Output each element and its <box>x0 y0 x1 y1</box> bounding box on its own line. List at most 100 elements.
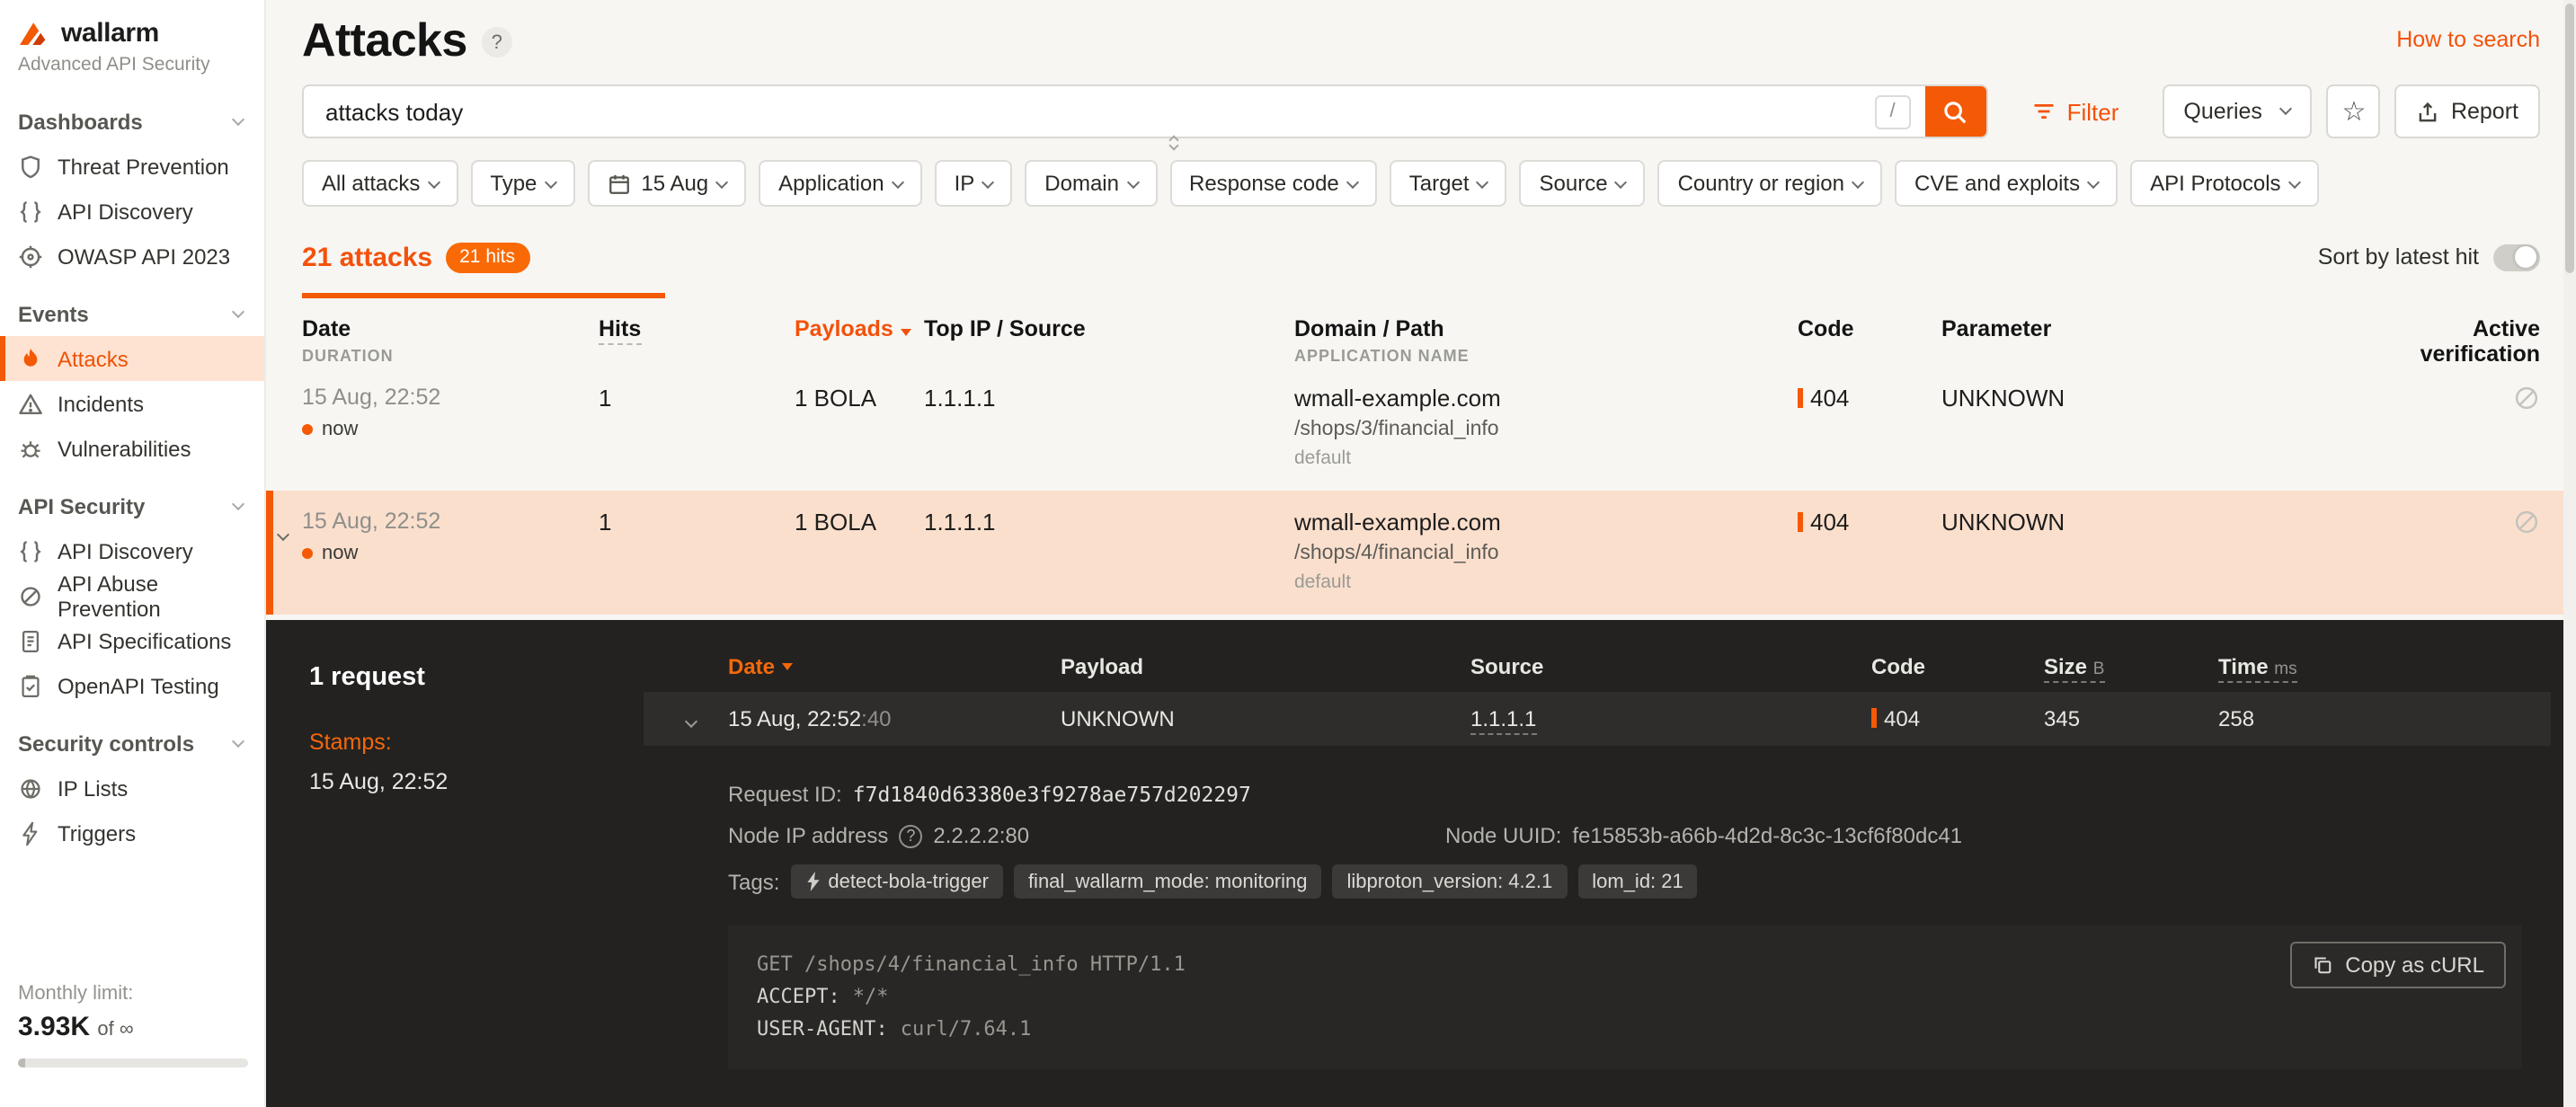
filter-chip-date[interactable]: 15 Aug <box>587 160 746 207</box>
request-metadata: Request ID: f7d1840d63380e3f9278ae757d20… <box>644 746 2551 899</box>
sidebar-item-api-abuse-prevention[interactable]: API Abuse Prevention <box>0 573 264 618</box>
calendar-icon <box>607 172 630 195</box>
warning-triangle-icon <box>18 391 43 416</box>
favorite-star-button[interactable]: ☆ <box>2327 84 2381 138</box>
request-code: 404 <box>1871 706 2044 731</box>
attack-date: 15 Aug, 22:52 <box>302 385 599 410</box>
chevron-down-icon <box>232 734 244 747</box>
document-icon <box>18 628 43 653</box>
shield-icon <box>18 154 43 179</box>
filter-chip-api-protocols[interactable]: API Protocols <box>2130 160 2318 207</box>
col-domain: Domain / Path APPLICATION NAME <box>1294 316 1798 365</box>
lightning-icon <box>804 872 821 891</box>
verification-disabled-icon <box>2513 509 2540 536</box>
section-security-controls[interactable]: Security controls <box>0 722 264 766</box>
chevron-down-icon <box>685 715 697 728</box>
sidebar: wallarm Advanced API Security Dashboards… <box>0 0 266 1107</box>
ban-icon <box>18 583 43 608</box>
braces-icon <box>18 538 43 563</box>
sidebar-item-threat-prevention[interactable]: Threat Prevention <box>0 144 264 189</box>
queries-button[interactable]: Queries <box>2162 84 2313 138</box>
sidebar-item-owasp-api-2023[interactable]: OWASP API 2023 <box>0 234 264 279</box>
stamps-label: Stamps: <box>309 730 644 755</box>
attack-row-expanded[interactable]: 15 Aug, 22:52 now 1 1 BOLA 1.1.1.1 wmall… <box>266 491 2576 615</box>
sidebar-item-attacks[interactable]: Attacks <box>0 336 264 381</box>
active-verification-status[interactable] <box>2211 385 2540 412</box>
filter-chip-response-code[interactable]: Response code <box>1169 160 1377 207</box>
detail-table: Date Payload Source Code Size B Time ms … <box>644 620 2576 1107</box>
sort-toggle[interactable] <box>2493 244 2540 270</box>
chevron-down-icon <box>2280 102 2293 114</box>
detail-col-date[interactable]: Date <box>728 654 1061 679</box>
sidebar-item-api-specifications[interactable]: API Specifications <box>0 618 264 663</box>
attack-hits: 1 <box>599 385 795 412</box>
status-bar-icon <box>1871 708 1877 728</box>
clipboard-check-icon <box>18 673 43 698</box>
attack-domain: wmall-example.com <box>1294 385 1798 412</box>
sidebar-item-api-discovery[interactable]: API Discovery <box>0 189 264 234</box>
chevron-down-icon <box>232 305 244 317</box>
tag-chip: lom_id: 21 <box>1577 864 1698 899</box>
col-code: Code <box>1798 316 1941 341</box>
copy-as-curl-button[interactable]: Copy as cURL <box>2289 942 2506 988</box>
attack-duration: now <box>302 543 599 564</box>
request-id-line: Request ID: f7d1840d63380e3f9278ae757d20… <box>728 782 2551 807</box>
sidebar-item-vulnerabilities[interactable]: Vulnerabilities <box>0 426 264 471</box>
filter-chip-target[interactable]: Target <box>1390 160 1507 207</box>
detail-table-header: Date Payload Source Code Size B Time ms <box>644 642 2551 692</box>
sidebar-item-incidents[interactable]: Incidents <box>0 381 264 426</box>
search-resize-handle[interactable] <box>1161 135 1186 151</box>
col-top-ip: Top IP / Source <box>924 316 1294 341</box>
tag-chip: libproton_version: 4.2.1 <box>1333 864 1568 899</box>
search-input[interactable] <box>304 86 1875 137</box>
filter-chip-application[interactable]: Application <box>759 160 921 207</box>
filter-chip-ip[interactable]: IP <box>935 160 1013 207</box>
attack-top-ip: 1.1.1.1 <box>924 385 1294 412</box>
sort-desc-icon <box>901 329 911 336</box>
attack-code: 404 <box>1798 509 1941 536</box>
info-icon[interactable]: ? <box>899 824 922 847</box>
bug-icon <box>18 436 43 461</box>
filter-chip-type[interactable]: Type <box>470 160 574 207</box>
attack-application: default <box>1294 571 1798 593</box>
monthly-limit-progressbar <box>18 1058 248 1067</box>
filter-chip-cve[interactable]: CVE and exploits <box>1895 160 2118 207</box>
filter-chip-domain[interactable]: Domain <box>1025 160 1157 207</box>
attack-row[interactable]: 15 Aug, 22:52 now 1 1 BOLA 1.1.1.1 wmall… <box>266 367 2576 491</box>
filter-chip-country[interactable]: Country or region <box>1658 160 1882 207</box>
section-events[interactable]: Events <box>0 293 264 336</box>
section-dashboards[interactable]: Dashboards <box>0 101 264 144</box>
verification-disabled-icon <box>2513 385 2540 412</box>
scrollbar-track <box>2563 0 2576 1107</box>
attack-application: default <box>1294 447 1798 469</box>
filter-chip-all-attacks[interactable]: All attacks <box>302 160 457 207</box>
attack-parameter: UNKNOWN <box>1941 385 2211 412</box>
filter-button[interactable]: Filter <box>2017 84 2134 138</box>
search-button[interactable] <box>1925 84 1986 138</box>
report-button[interactable]: Report <box>2395 84 2540 138</box>
sidebar-item-openapi-testing[interactable]: OpenAPI Testing <box>0 663 264 708</box>
section-api-security[interactable]: API Security <box>0 485 264 528</box>
tags-line: Tags: detect-bola-trigger final_wallarm_… <box>728 864 2551 899</box>
sidebar-item-ip-lists[interactable]: IP Lists <box>0 766 264 810</box>
logo-text: wallarm <box>61 18 159 49</box>
how-to-search-link[interactable]: How to search <box>2396 27 2540 52</box>
logo[interactable]: wallarm <box>0 18 264 49</box>
sidebar-item-api-discovery-2[interactable]: API Discovery <box>0 528 264 573</box>
chevron-down-icon <box>279 516 288 548</box>
active-verification-status[interactable] <box>2211 509 2540 536</box>
sidebar-item-triggers[interactable]: Triggers <box>0 810 264 855</box>
shortcut-key-hint: / <box>1875 94 1911 128</box>
attack-date: 15 Aug, 22:52 <box>302 509 599 534</box>
attack-path: /shops/4/financial_info <box>1294 543 1798 564</box>
col-payloads[interactable]: Payloads <box>795 316 924 341</box>
scrollbar-thumb[interactable] <box>2565 4 2574 273</box>
hits-badge: 21 hits <box>445 242 529 272</box>
http-line: GET /shops/4/financial_info HTTP/1.1 <box>757 949 2493 981</box>
status-bar-icon <box>1798 512 1803 532</box>
filter-chip-source[interactable]: Source <box>1520 160 1646 207</box>
help-icon[interactable]: ? <box>482 27 512 58</box>
attack-payloads: 1 BOLA <box>795 509 924 536</box>
search-toolbar: / Filter Queries ☆ Report <box>302 84 2540 138</box>
request-row[interactable]: 15 Aug, 22:52:40 UNKNOWN 1.1.1.1 404 345… <box>644 692 2551 746</box>
